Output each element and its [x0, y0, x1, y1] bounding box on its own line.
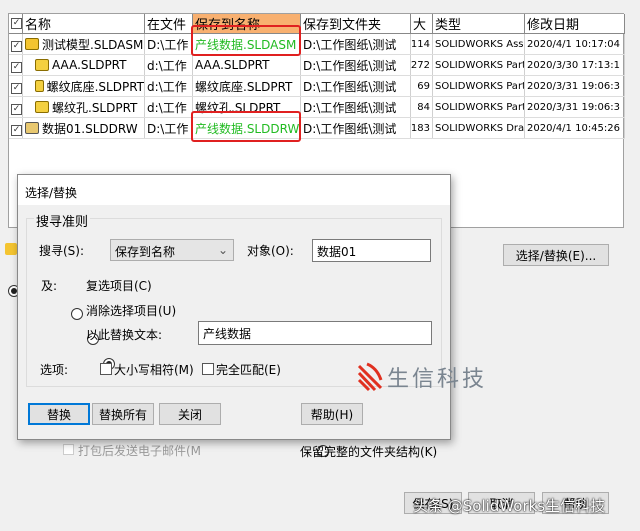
- save-folder[interactable]: D:\工作图纸\测试: [301, 34, 411, 54]
- assembly-icon: [5, 243, 17, 255]
- row-checkbox[interactable]: ✓: [11, 41, 22, 52]
- in-file: d:\工作: [145, 76, 193, 96]
- modified-date: 2020/4/1 10:17:04: [525, 34, 625, 54]
- save-folder[interactable]: D:\工作图纸\测试: [301, 76, 411, 96]
- table-row[interactable]: ✓ 测试模型.SLDASM D:\工作 产线数据.SLDASM D:\工作图纸\…: [9, 34, 625, 55]
- check-items-radio[interactable]: [71, 308, 83, 320]
- modified-date: 2020/3/31 19:06:3: [525, 76, 625, 96]
- modified-date: 2020/4/1 10:45:26: [525, 118, 625, 138]
- object-label: 对象(O):: [247, 244, 294, 258]
- uncheck-items-label: 消除选择项目(U): [86, 304, 177, 318]
- search-value: 保存到名称: [115, 245, 176, 259]
- table-row[interactable]: ✓ AAA.SLDPRT d:\工作 AAA.SLDPRT D:\工作图纸\测试…: [9, 55, 625, 76]
- part-icon: [35, 59, 49, 71]
- in-file: d:\工作: [145, 55, 193, 75]
- table-row[interactable]: ✓ 螺纹底座.SLDPRT d:\工作 螺纹底座.SLDPRT D:\工作图纸\…: [9, 76, 625, 97]
- search-label: 搜寻(S):: [39, 244, 85, 258]
- file-type: SOLIDWORKS Part: [433, 97, 525, 117]
- file-name: 螺纹孔.SLDPRT: [52, 100, 138, 115]
- logo: 生信科技: [357, 361, 487, 393]
- watermark: 头条 @SolidWorks生信科技: [413, 497, 606, 515]
- options-label: 选项:: [40, 363, 69, 377]
- close-button[interactable]: 关闭: [159, 403, 221, 425]
- file-type: SOLIDWORKS Dra: [433, 118, 525, 138]
- select-replace-button[interactable]: 选择/替换(E)...: [503, 244, 609, 266]
- select-all-checkbox[interactable]: ✓: [11, 18, 22, 29]
- select-replace-dialog: 选择/替换 搜寻准则 搜寻(S): 保存到名称 ⌄ 对象(O): 数据01 及: …: [17, 174, 451, 440]
- in-file: d:\工作: [145, 97, 193, 117]
- row-checkbox[interactable]: ✓: [11, 104, 22, 115]
- match-case-checkbox[interactable]: [100, 363, 112, 375]
- chevron-down-icon: ⌄: [217, 243, 228, 257]
- col-folder[interactable]: 保存到文件夹: [301, 14, 411, 33]
- whole-word-label: 完全匹配(E): [216, 363, 281, 377]
- file-size: 272: [411, 55, 433, 75]
- file-size: 114: [411, 34, 433, 54]
- file-type: SOLIDWORKS Part: [433, 55, 525, 75]
- check-items-label: 复选项目(C): [86, 279, 152, 293]
- match-case-label: 大小写相符(M): [114, 363, 194, 377]
- in-file: D:\工作: [145, 34, 193, 54]
- email-checkbox-label: 打包后发送电子邮件(M: [78, 444, 202, 458]
- modified-date: 2020/3/30 17:13:1: [525, 55, 625, 75]
- col-in-file[interactable]: 在文件: [145, 14, 193, 33]
- col-date[interactable]: 修改日期: [525, 14, 625, 33]
- email-checkbox[interactable]: [63, 444, 74, 455]
- part-icon: [35, 80, 44, 92]
- file-size: 69: [411, 76, 433, 96]
- part-icon: [35, 101, 49, 113]
- replace-button[interactable]: 替换: [28, 403, 90, 425]
- file-type: SOLIDWORKS Ass: [433, 34, 525, 54]
- table-header: ✓ 名称 在文件 保存到名称 保存到文件夹 大 类型 修改日期: [9, 14, 625, 34]
- save-name[interactable]: AAA.SLDPRT: [193, 55, 301, 75]
- search-dropdown[interactable]: 保存到名称 ⌄: [110, 239, 234, 261]
- file-name: 数据01.SLDDRW: [42, 121, 138, 136]
- table-row[interactable]: ✓ 数据01.SLDDRW D:\工作 产线数据.SLDDRW D:\工作图纸\…: [9, 118, 625, 139]
- and-label: 及:: [41, 279, 58, 293]
- row-checkbox[interactable]: ✓: [11, 62, 22, 73]
- highlight-box: [191, 111, 301, 142]
- group-title: 搜寻准则: [34, 211, 91, 230]
- dialog-title: 选择/替换: [18, 175, 450, 205]
- whole-word-checkbox[interactable]: [202, 363, 214, 375]
- col-size[interactable]: 大: [411, 14, 433, 33]
- file-size: 84: [411, 97, 433, 117]
- highlight-box: [191, 25, 301, 56]
- help-button-dialog[interactable]: 帮助(H): [301, 403, 363, 425]
- file-name: AAA.SLDPRT: [52, 58, 127, 72]
- object-input[interactable]: 数据01: [312, 239, 431, 262]
- keep-folder-label: 保留完整的文件夹结构(K): [300, 445, 438, 459]
- save-folder[interactable]: D:\工作图纸\测试: [301, 97, 411, 117]
- save-folder[interactable]: D:\工作图纸\测试: [301, 118, 411, 138]
- replace-all-button[interactable]: 替换所有: [92, 403, 154, 425]
- col-name[interactable]: 名称: [23, 14, 145, 33]
- row-checkbox[interactable]: ✓: [11, 83, 22, 94]
- replace-text-input[interactable]: 产线数据: [198, 321, 432, 345]
- assembly-icon: [25, 38, 39, 50]
- save-name[interactable]: 螺纹底座.SLDPRT: [193, 76, 301, 96]
- save-folder[interactable]: D:\工作图纸\测试: [301, 55, 411, 75]
- file-type: SOLIDWORKS Part: [433, 76, 525, 96]
- file-name: 螺纹底座.SLDPRT: [46, 79, 144, 94]
- logo-text: 生信科技: [387, 367, 488, 392]
- replace-text-label: 以此替换文本:: [86, 328, 163, 342]
- table-row[interactable]: ✓ 螺纹孔.SLDPRT d:\工作 螺纹孔.SLDPRT D:\工作图纸\测试…: [9, 97, 625, 118]
- in-file: D:\工作: [145, 118, 193, 138]
- file-size: 183: [411, 118, 433, 138]
- row-checkbox[interactable]: ✓: [11, 125, 22, 136]
- drawing-icon: [25, 122, 39, 134]
- file-name: 测试模型.SLDASM: [42, 37, 144, 52]
- logo-mark-icon: [357, 362, 383, 392]
- modified-date: 2020/3/31 19:06:3: [525, 97, 625, 117]
- col-type[interactable]: 类型: [433, 14, 525, 33]
